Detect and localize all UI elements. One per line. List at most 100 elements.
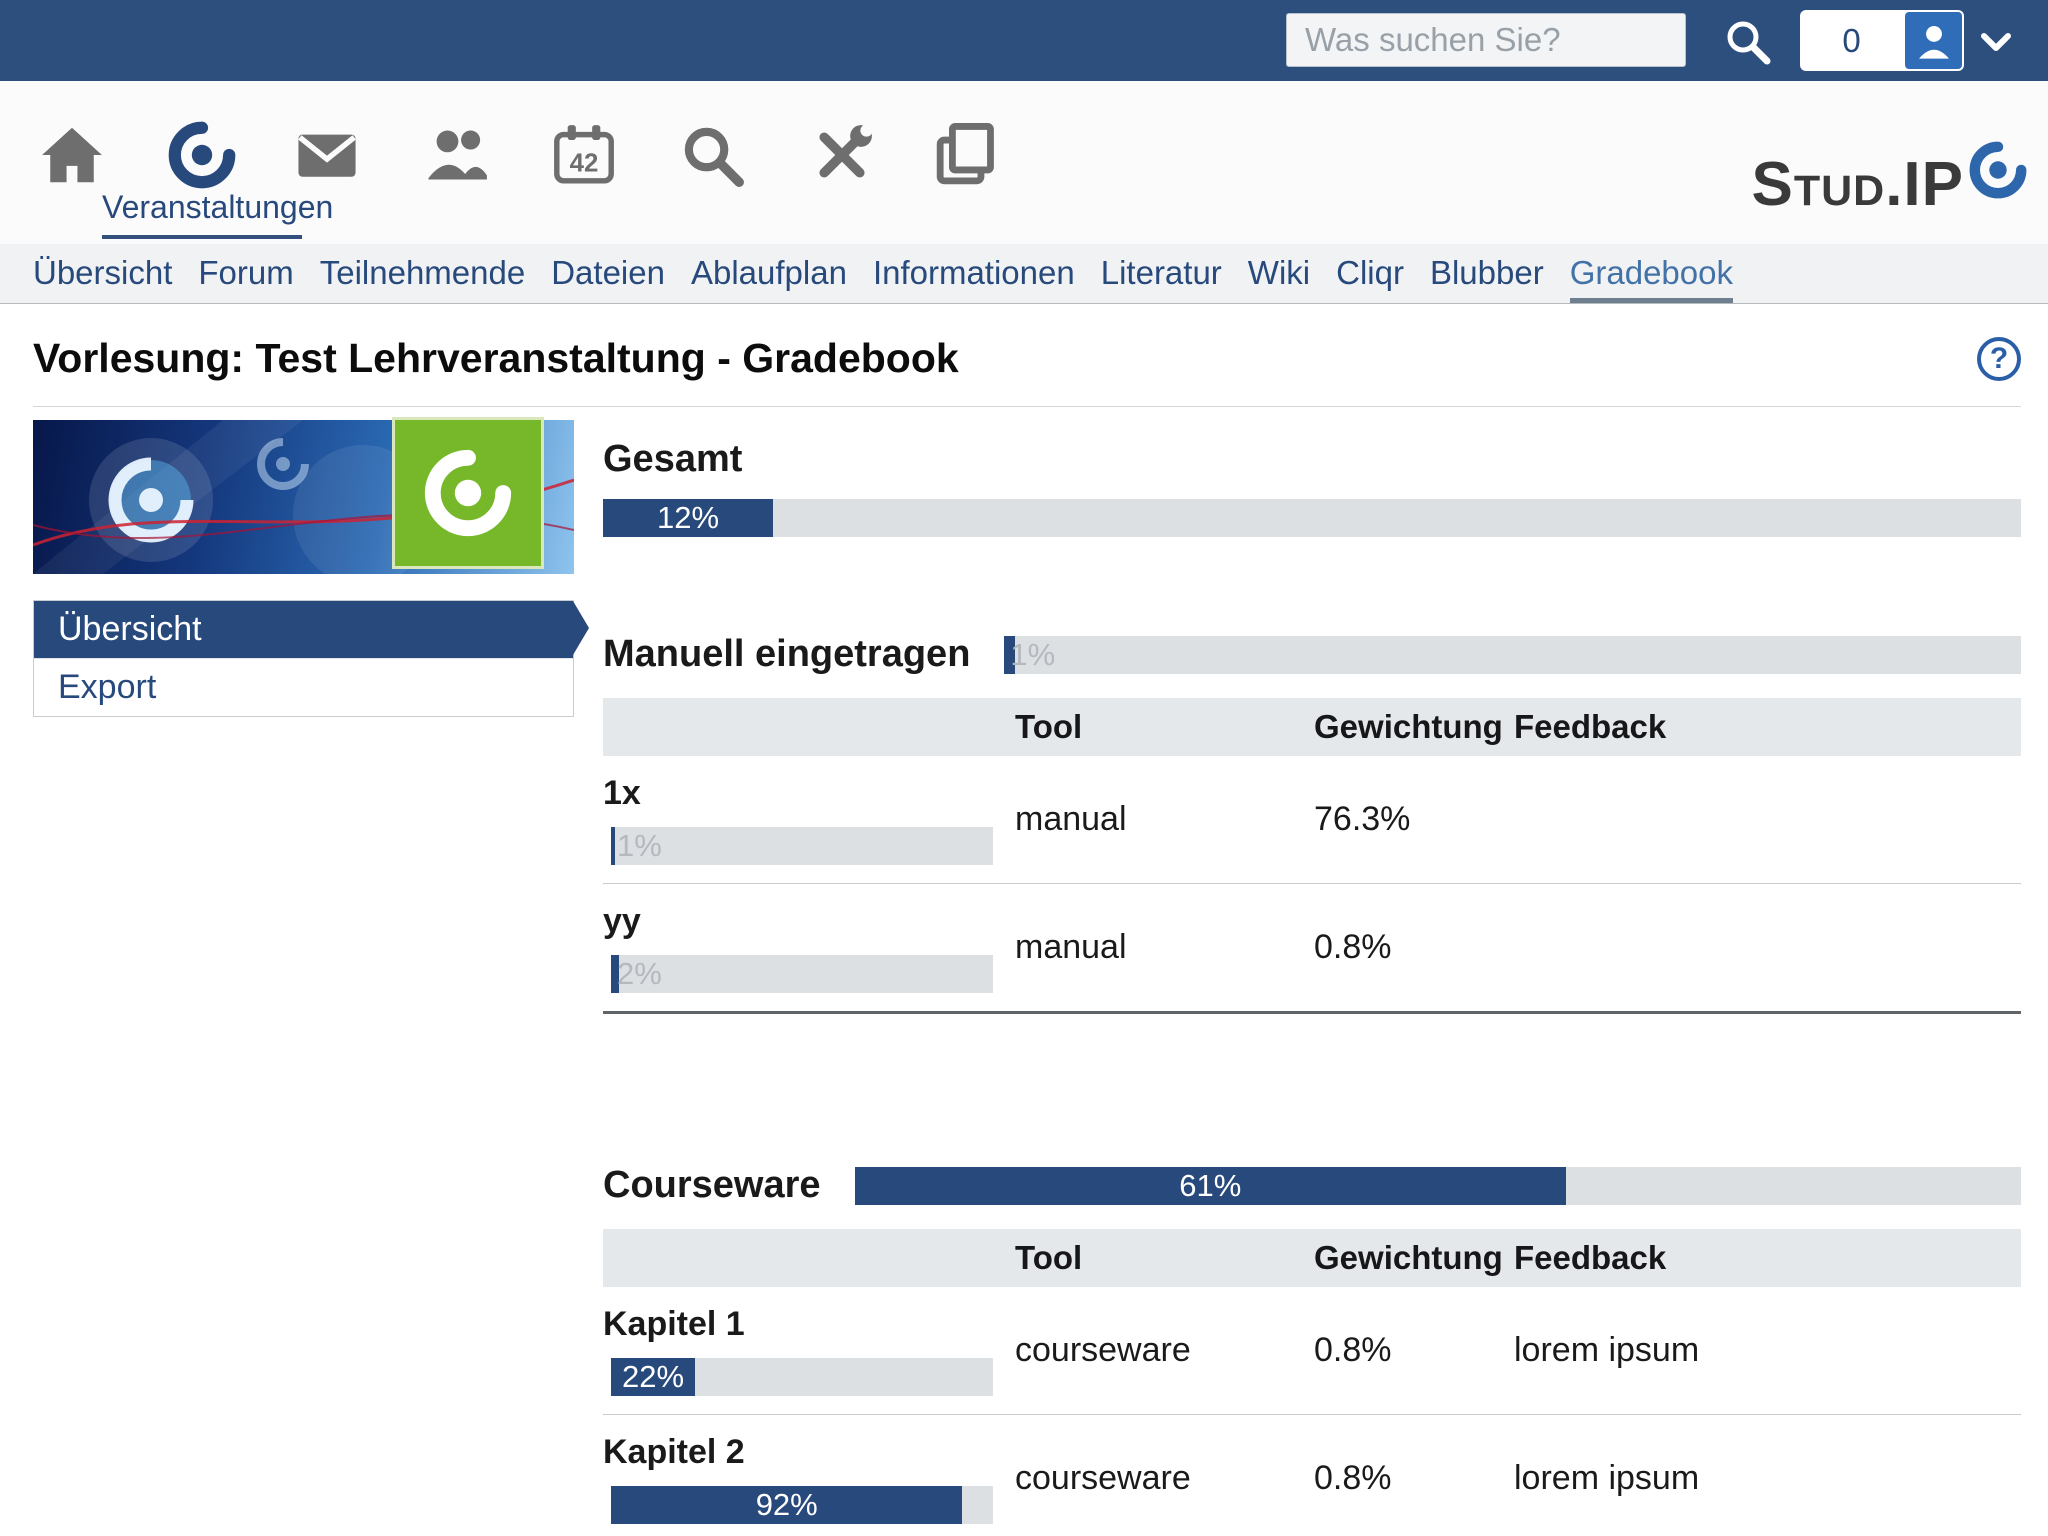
row-progress: 1% <box>611 827 993 865</box>
row-name: Kapitel 2 <box>603 1433 1015 1472</box>
table-header-row: Tool Gewichtung Feedback <box>603 698 2021 756</box>
row-name: 1x <box>603 774 1015 813</box>
nav-community[interactable] <box>423 121 491 189</box>
nav-files[interactable] <box>932 121 1000 189</box>
overall-progress: 12% <box>603 499 2021 537</box>
overall-heading: Gesamt <box>603 438 2021 481</box>
sidebar-item-export[interactable]: Export <box>34 658 573 716</box>
row-weight: 76.3% <box>1314 800 1514 839</box>
row-weight: 0.8% <box>1314 1459 1514 1498</box>
tab-uebersicht[interactable]: Übersicht <box>33 244 172 303</box>
row-progress: 2% <box>611 955 993 993</box>
nav-active-label: Veranstaltungen <box>102 189 302 239</box>
studip-swirl-icon <box>424 449 512 537</box>
nav-messages[interactable] <box>293 121 361 189</box>
sidebar-menu: Übersicht Export <box>33 600 574 717</box>
top-bar: 0 <box>0 0 2048 81</box>
table-row: yy 2% manual 0.8% <box>603 884 2021 1014</box>
nav-home[interactable] <box>38 121 106 189</box>
home-icon <box>38 121 106 189</box>
brand-logo[interactable]: Stud.IP <box>1751 141 2027 215</box>
user-icon <box>1912 19 1956 63</box>
nav-search[interactable] <box>678 121 746 189</box>
section-courseware-progress: 61% <box>855 1167 2021 1205</box>
nav-veranstaltungen[interactable] <box>168 121 236 189</box>
search-input[interactable] <box>1286 13 1686 67</box>
nav-tools[interactable] <box>808 121 876 189</box>
table-header-row: Tool Gewichtung Feedback <box>603 1229 2021 1287</box>
files-icon <box>932 121 1000 189</box>
tab-forum[interactable]: Forum <box>198 244 293 303</box>
section-manual-progress: 1% <box>1004 636 2021 674</box>
section-courseware-progress-label: 61% <box>1179 1168 1241 1204</box>
row-name: yy <box>603 902 1015 941</box>
table-row: 1x 1% manual 76.3% <box>603 756 2021 884</box>
studip-swirl-icon <box>168 121 236 189</box>
table-row: Kapitel 2 92% courseware 0.8% lorem ipsu… <box>603 1415 2021 1536</box>
tab-blubber[interactable]: Blubber <box>1430 244 1544 303</box>
row-tool: manual <box>1015 928 1314 967</box>
row-weight: 0.8% <box>1314 1331 1514 1370</box>
tab-wiki[interactable]: Wiki <box>1248 244 1310 303</box>
tools-icon <box>808 121 876 189</box>
title-row: Vorlesung: Test Lehrveranstaltung - Grad… <box>33 305 2021 407</box>
table-row: Kapitel 1 22% courseware 0.8% lorem ipsu… <box>603 1287 2021 1415</box>
section-courseware-heading: Courseware <box>603 1164 821 1207</box>
tab-teilnehmende[interactable]: Teilnehmende <box>320 244 525 303</box>
row-progress: 92% <box>611 1486 993 1524</box>
row-feedback: lorem ipsum <box>1514 1331 2021 1370</box>
col-gewichtung: Gewichtung <box>1314 708 1514 746</box>
row-progress-label: 22% <box>622 1359 684 1395</box>
gradebook-main: Gesamt 12% Manuell eingetragen 1% <box>603 420 2021 1536</box>
sidebar-item-uebersicht[interactable]: Übersicht <box>34 601 573 658</box>
search-icon <box>678 121 746 189</box>
tab-literatur[interactable]: Literatur <box>1101 244 1222 303</box>
notification-counter[interactable]: 0 <box>1800 22 1903 60</box>
grades-table-courseware: Tool Gewichtung Feedback Kapitel 1 22% <box>603 1229 2021 1536</box>
mail-icon <box>293 121 361 189</box>
row-progress-label: 2% <box>617 956 662 992</box>
user-menu-chevron[interactable] <box>1978 24 2014 60</box>
avatar-button[interactable] <box>1905 12 1962 69</box>
section-manual: Manuell eingetragen 1% Tool Gewichtung F… <box>603 633 2021 1014</box>
course-tab-bar: Übersicht Forum Teilnehmende Dateien Abl… <box>0 244 2048 304</box>
help-icon[interactable]: ? <box>1977 337 2021 381</box>
search-icon <box>1722 16 1772 66</box>
sidebar: Übersicht Export <box>33 420 574 1536</box>
section-courseware: Courseware 61% Tool Gewichtung Feedback <box>603 1164 2021 1536</box>
page-title: Vorlesung: Test Lehrveranstaltung - Grad… <box>33 335 959 382</box>
main-header: Veranstaltungen 42 <box>0 81 2048 244</box>
brand-wordmark: Stud.IP <box>1751 155 1964 215</box>
col-feedback: Feedback <box>1514 1239 2021 1277</box>
studip-swirl-icon <box>1969 141 2027 199</box>
svg-text:42: 42 <box>570 149 599 177</box>
row-tool: manual <box>1015 800 1314 839</box>
chevron-down-icon <box>1978 24 2014 60</box>
studip-gradebook-page: 0 Veranstaltungen <box>0 0 2048 1536</box>
course-avatar <box>395 420 541 566</box>
nav-schedule[interactable]: 42 <box>550 121 618 189</box>
tab-cliqr[interactable]: Cliqr <box>1336 244 1404 303</box>
tab-informationen[interactable]: Informationen <box>873 244 1075 303</box>
row-tool: courseware <box>1015 1331 1314 1370</box>
overall-progress-label: 12% <box>657 500 719 536</box>
col-feedback: Feedback <box>1514 708 2021 746</box>
row-progress: 22% <box>611 1358 993 1396</box>
search-submit-button[interactable] <box>1722 16 1772 66</box>
col-tool: Tool <box>1015 708 1314 746</box>
section-manual-heading: Manuell eingetragen <box>603 633 970 676</box>
row-progress-label: 92% <box>756 1487 818 1523</box>
row-weight: 0.8% <box>1314 928 1514 967</box>
section-manual-progress-label: 1% <box>1010 637 1055 673</box>
content-area: Vorlesung: Test Lehrveranstaltung - Grad… <box>33 305 2021 1536</box>
tab-dateien[interactable]: Dateien <box>551 244 665 303</box>
row-tool: courseware <box>1015 1459 1314 1498</box>
row-name: Kapitel 1 <box>603 1305 1015 1344</box>
calendar-42-icon: 42 <box>550 121 618 189</box>
tab-ablaufplan[interactable]: Ablaufplan <box>691 244 847 303</box>
user-widget: 0 <box>1800 10 1964 71</box>
tab-gradebook[interactable]: Gradebook <box>1570 244 1733 303</box>
col-tool: Tool <box>1015 1239 1314 1277</box>
row-feedback: lorem ipsum <box>1514 1459 2021 1498</box>
course-banner <box>33 420 574 574</box>
